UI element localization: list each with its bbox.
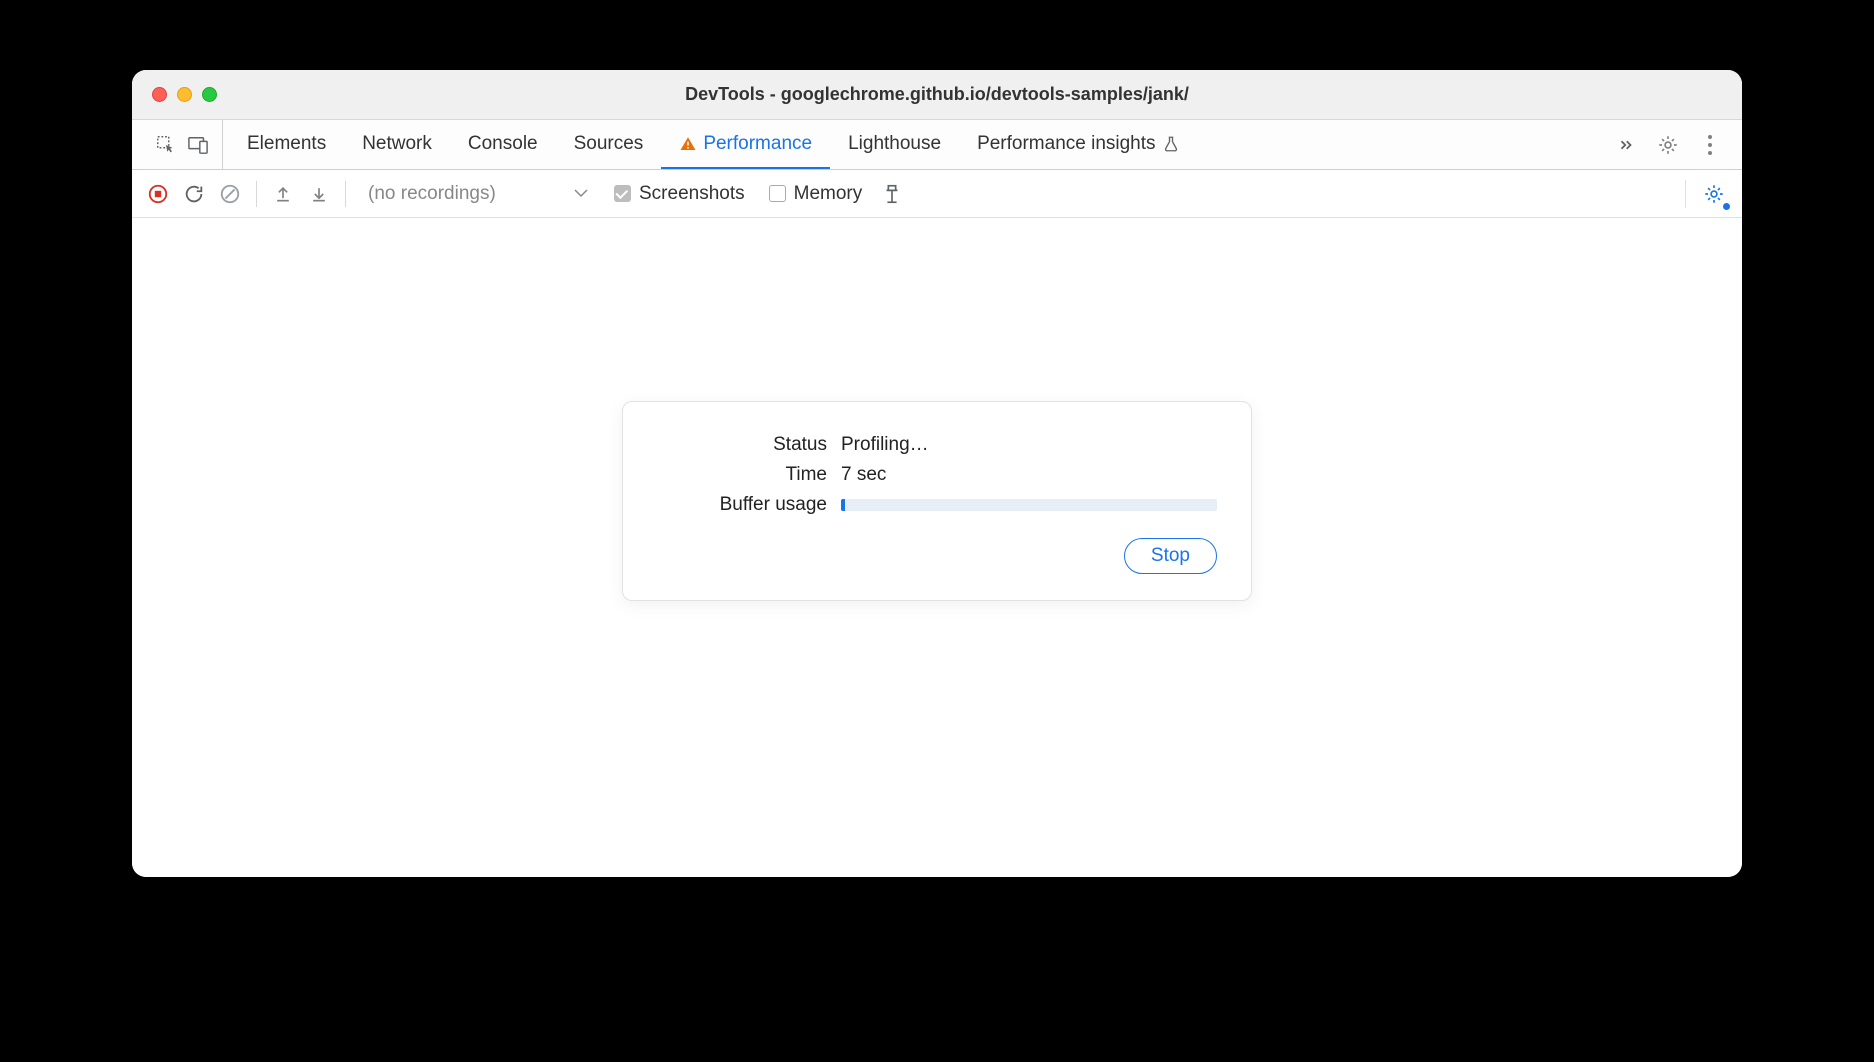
reload-icon[interactable] <box>180 180 208 208</box>
capture-settings-icon[interactable] <box>1700 180 1728 208</box>
checkbox-icon <box>769 185 786 202</box>
screenshots-label: Screenshots <box>639 183 745 205</box>
panel-tabbar: Elements Network Console Sources Perform… <box>132 120 1742 170</box>
record-stop-icon[interactable] <box>144 180 172 208</box>
divider <box>345 181 346 207</box>
dialog-actions: Stop <box>657 538 1217 574</box>
flask-icon <box>1162 134 1180 154</box>
more-tabs-icon[interactable] <box>1612 131 1640 159</box>
profiling-dialog: Status Profiling… Time 7 sec Buffer usag… <box>622 401 1252 601</box>
performance-content: Status Profiling… Time 7 sec Buffer usag… <box>132 218 1742 877</box>
status-value: Profiling… <box>841 434 1217 456</box>
screenshots-checkbox[interactable]: Screenshots <box>606 183 753 205</box>
tab-sources[interactable]: Sources <box>556 120 662 169</box>
tabbar-right-tools <box>1612 120 1732 169</box>
dialog-rows: Status Profiling… Time 7 sec Buffer usag… <box>657 434 1217 516</box>
time-value: 7 sec <box>841 464 1217 486</box>
recordings-placeholder: (no recordings) <box>358 183 502 205</box>
tab-lighthouse[interactable]: Lighthouse <box>830 120 959 169</box>
inspect-element-icon[interactable] <box>152 131 180 159</box>
chevron-down-icon <box>574 189 598 199</box>
upload-profile-icon[interactable] <box>269 180 297 208</box>
tab-label: Performance insights <box>977 133 1155 155</box>
panel-tabs: Elements Network Console Sources Perform… <box>229 120 1198 169</box>
tab-label: Performance <box>703 133 812 155</box>
tab-label: Console <box>468 133 538 155</box>
tab-console[interactable]: Console <box>450 120 556 169</box>
memory-label: Memory <box>794 183 863 205</box>
buffer-label: Buffer usage <box>657 494 827 516</box>
settings-icon[interactable] <box>1654 131 1682 159</box>
divider <box>256 181 257 207</box>
device-toolbar-icon[interactable] <box>184 131 212 159</box>
progress-fill <box>841 499 845 511</box>
memory-checkbox[interactable]: Memory <box>761 183 871 205</box>
close-window-button[interactable] <box>152 87 167 102</box>
recordings-select[interactable]: (no recordings) <box>358 183 598 205</box>
tab-label: Elements <box>247 133 326 155</box>
tab-performance-insights[interactable]: Performance insights <box>959 120 1197 169</box>
warning-icon <box>679 135 697 153</box>
tabbar-left-tools <box>142 120 223 169</box>
stop-button[interactable]: Stop <box>1124 538 1217 574</box>
garbage-collect-icon[interactable] <box>878 180 906 208</box>
progress-bar <box>841 499 1217 511</box>
download-profile-icon[interactable] <box>305 180 333 208</box>
titlebar: DevTools - googlechrome.github.io/devtoo… <box>132 70 1742 120</box>
tab-label: Sources <box>574 133 644 155</box>
clear-icon[interactable] <box>216 180 244 208</box>
devtools-window: DevTools - googlechrome.github.io/devtoo… <box>132 70 1742 877</box>
window-title: DevTools - googlechrome.github.io/devtoo… <box>132 84 1742 105</box>
traffic-lights <box>132 87 217 102</box>
status-label: Status <box>657 434 827 456</box>
checkbox-icon <box>614 185 631 202</box>
tab-label: Lighthouse <box>848 133 941 155</box>
performance-toolbar: (no recordings) Screenshots Memory <box>132 170 1742 218</box>
minimize-window-button[interactable] <box>177 87 192 102</box>
tab-network[interactable]: Network <box>344 120 450 169</box>
tab-elements[interactable]: Elements <box>229 120 344 169</box>
tab-label: Network <box>362 133 432 155</box>
buffer-progress <box>841 499 1217 511</box>
zoom-window-button[interactable] <box>202 87 217 102</box>
toolbar-right <box>1685 180 1730 208</box>
kebab-menu-icon[interactable] <box>1696 131 1724 159</box>
tab-performance[interactable]: Performance <box>661 120 830 169</box>
time-label: Time <box>657 464 827 486</box>
